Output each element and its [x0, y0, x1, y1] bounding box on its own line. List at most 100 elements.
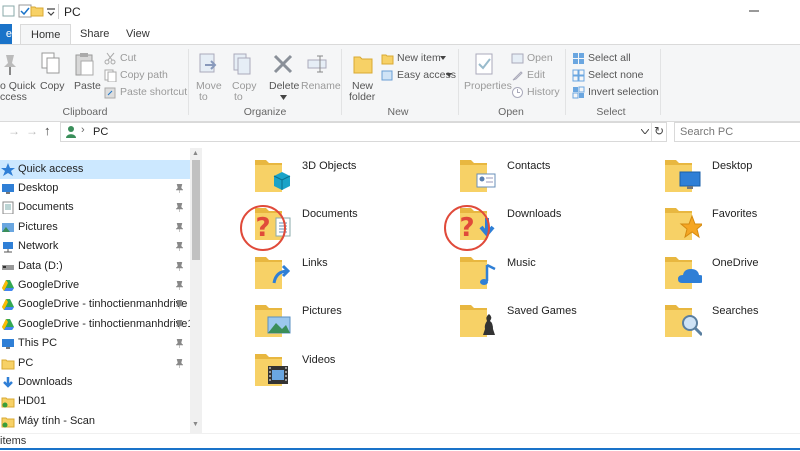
folder-item[interactable]: Links: [252, 251, 422, 293]
rename-button[interactable]: Rename: [301, 80, 341, 92]
cut-button[interactable]: Cut: [120, 52, 136, 64]
scroll-up-arrow-icon[interactable]: ▲: [192, 150, 199, 157]
breadcrumb-chevron-icon[interactable]: ›: [81, 124, 85, 136]
search-input[interactable]: Search PC: [674, 122, 800, 142]
nav-item[interactable]: Máy tính - Scan: [0, 412, 190, 431]
tab-view[interactable]: View: [116, 24, 160, 44]
tab-file[interactable]: e: [0, 24, 12, 44]
pin-icon[interactable]: [176, 281, 183, 290]
tab-share[interactable]: Share: [70, 24, 119, 44]
easy-access-chevron-icon[interactable]: [446, 73, 452, 77]
folder-item[interactable]: Searches: [662, 299, 800, 341]
folder-item[interactable]: Videos: [252, 348, 422, 390]
google-drive-icon: [2, 280, 14, 291]
folder-item[interactable]: Contacts: [457, 154, 627, 196]
select-none-button[interactable]: Select none: [588, 69, 643, 81]
history-button[interactable]: History: [527, 86, 560, 98]
folder-synced-icon: [1, 397, 15, 408]
paste-button[interactable]: Paste: [74, 80, 101, 92]
nav-item[interactable]: Pictures: [0, 218, 190, 237]
copy-to-button-2[interactable]: to: [234, 91, 243, 103]
pin-icon[interactable]: [176, 300, 183, 310]
delete-dropdown-chevron-icon[interactable]: [280, 95, 287, 100]
download-arrow-icon: [3, 377, 13, 388]
new-item-chevron-icon[interactable]: [440, 56, 446, 60]
star-icon: [1, 163, 15, 176]
copy-path-icon: [104, 69, 117, 82]
invert-selection-button[interactable]: Invert selection: [588, 86, 659, 98]
properties-qat-icon[interactable]: [2, 4, 16, 18]
properties-button[interactable]: Properties: [464, 80, 512, 92]
address-input[interactable]: › PC ↻: [60, 122, 667, 142]
back-arrow-icon[interactable]: →: [8, 124, 20, 138]
edit-button[interactable]: Edit: [527, 69, 545, 81]
folder-name: Music: [507, 257, 536, 269]
rename-icon: [307, 55, 327, 73]
folder-item[interactable]: Pictures: [252, 299, 422, 341]
nav-item[interactable]: Desktop: [0, 179, 190, 198]
pin-icon[interactable]: [176, 261, 183, 271]
folder-item[interactable]: OneDrive: [662, 251, 800, 293]
pin-icon[interactable]: [176, 319, 183, 329]
pin-icon[interactable]: [176, 242, 183, 252]
scroll-thumb[interactable]: [192, 160, 200, 260]
customize-qat-chevron-icon[interactable]: [44, 4, 58, 18]
move-to-button-2[interactable]: to: [199, 91, 208, 103]
pin-icon[interactable]: [176, 222, 183, 232]
tab-home[interactable]: Home: [20, 24, 72, 45]
folder-name: OneDrive: [712, 257, 759, 269]
nav-item[interactable]: Downloads: [0, 373, 190, 392]
navigation-scrollbar[interactable]: ▲ ▼: [190, 148, 202, 433]
folder-item[interactable]: Music: [457, 251, 627, 293]
monitor-icon: [665, 160, 701, 192]
delete-button[interactable]: Delete: [269, 80, 299, 92]
pin-icon[interactable]: [176, 184, 183, 193]
move-to-icon: [199, 53, 217, 73]
address-dropdown-chevron-icon[interactable]: [641, 129, 649, 134]
nav-item[interactable]: PC: [0, 354, 190, 373]
nav-quick-access[interactable]: Quick access: [0, 160, 190, 179]
pin-icon[interactable]: [176, 358, 183, 368]
nav-item[interactable]: This PC: [0, 334, 190, 353]
folder-name: Searches: [712, 305, 759, 317]
paste-shortcut-button[interactable]: Paste shortcut: [120, 86, 187, 98]
new-item-button[interactable]: New item: [397, 52, 441, 64]
folder-item[interactable]: 3D Objects: [252, 154, 422, 196]
open-button[interactable]: Open: [527, 52, 553, 64]
delete-x-icon: [273, 54, 293, 74]
folder-item[interactable]: Desktop: [662, 154, 800, 196]
folder-item[interactable]: Saved Games: [457, 299, 627, 341]
select-all-button[interactable]: Select all: [588, 52, 631, 64]
scroll-down-arrow-icon[interactable]: ▼: [192, 421, 199, 428]
search-placeholder: Search PC: [680, 126, 734, 138]
minimize-icon[interactable]: [748, 5, 760, 17]
breadcrumb-pc[interactable]: PC: [93, 126, 108, 138]
nav-item[interactable]: GoogleDrive - tinhoctienmanhdrive: [0, 295, 190, 314]
folder-item[interactable]: Favorites: [662, 202, 800, 244]
nav-item[interactable]: Documents: [0, 198, 190, 217]
cloud-icon: [665, 257, 702, 289]
new-folder-qat-icon[interactable]: [30, 4, 44, 18]
new-folder-button-2[interactable]: folder: [349, 91, 375, 103]
copy-icon: [41, 52, 60, 74]
nav-item[interactable]: GoogleDrive: [0, 276, 190, 295]
pin-icon[interactable]: [176, 203, 183, 213]
organize-group-label: Organize: [243, 106, 287, 118]
pin-quick-access-label-2[interactable]: ccess: [0, 91, 27, 103]
nav-item[interactable]: Network: [0, 237, 190, 256]
folder-synced-icon: [1, 417, 15, 428]
pin-icon[interactable]: [176, 339, 183, 349]
new-group-label: New: [387, 106, 409, 118]
refresh-icon[interactable]: ↻: [654, 124, 664, 138]
forward-arrow-icon[interactable]: →: [26, 124, 38, 138]
copy-button[interactable]: Copy: [40, 80, 65, 92]
film-icon: [255, 354, 288, 386]
nav-item-label: This PC: [18, 337, 58, 350]
nav-item[interactable]: HD01: [0, 392, 190, 411]
up-arrow-icon[interactable]: ↑: [44, 123, 51, 138]
nav-item[interactable]: Data (D:): [0, 257, 190, 276]
magnifier-icon: [665, 305, 702, 337]
ribbon-separator: [458, 49, 459, 115]
copy-path-button[interactable]: Copy path: [120, 69, 168, 81]
nav-item[interactable]: GoogleDrive - tinhoctienmanhdrive1: [0, 315, 193, 334]
